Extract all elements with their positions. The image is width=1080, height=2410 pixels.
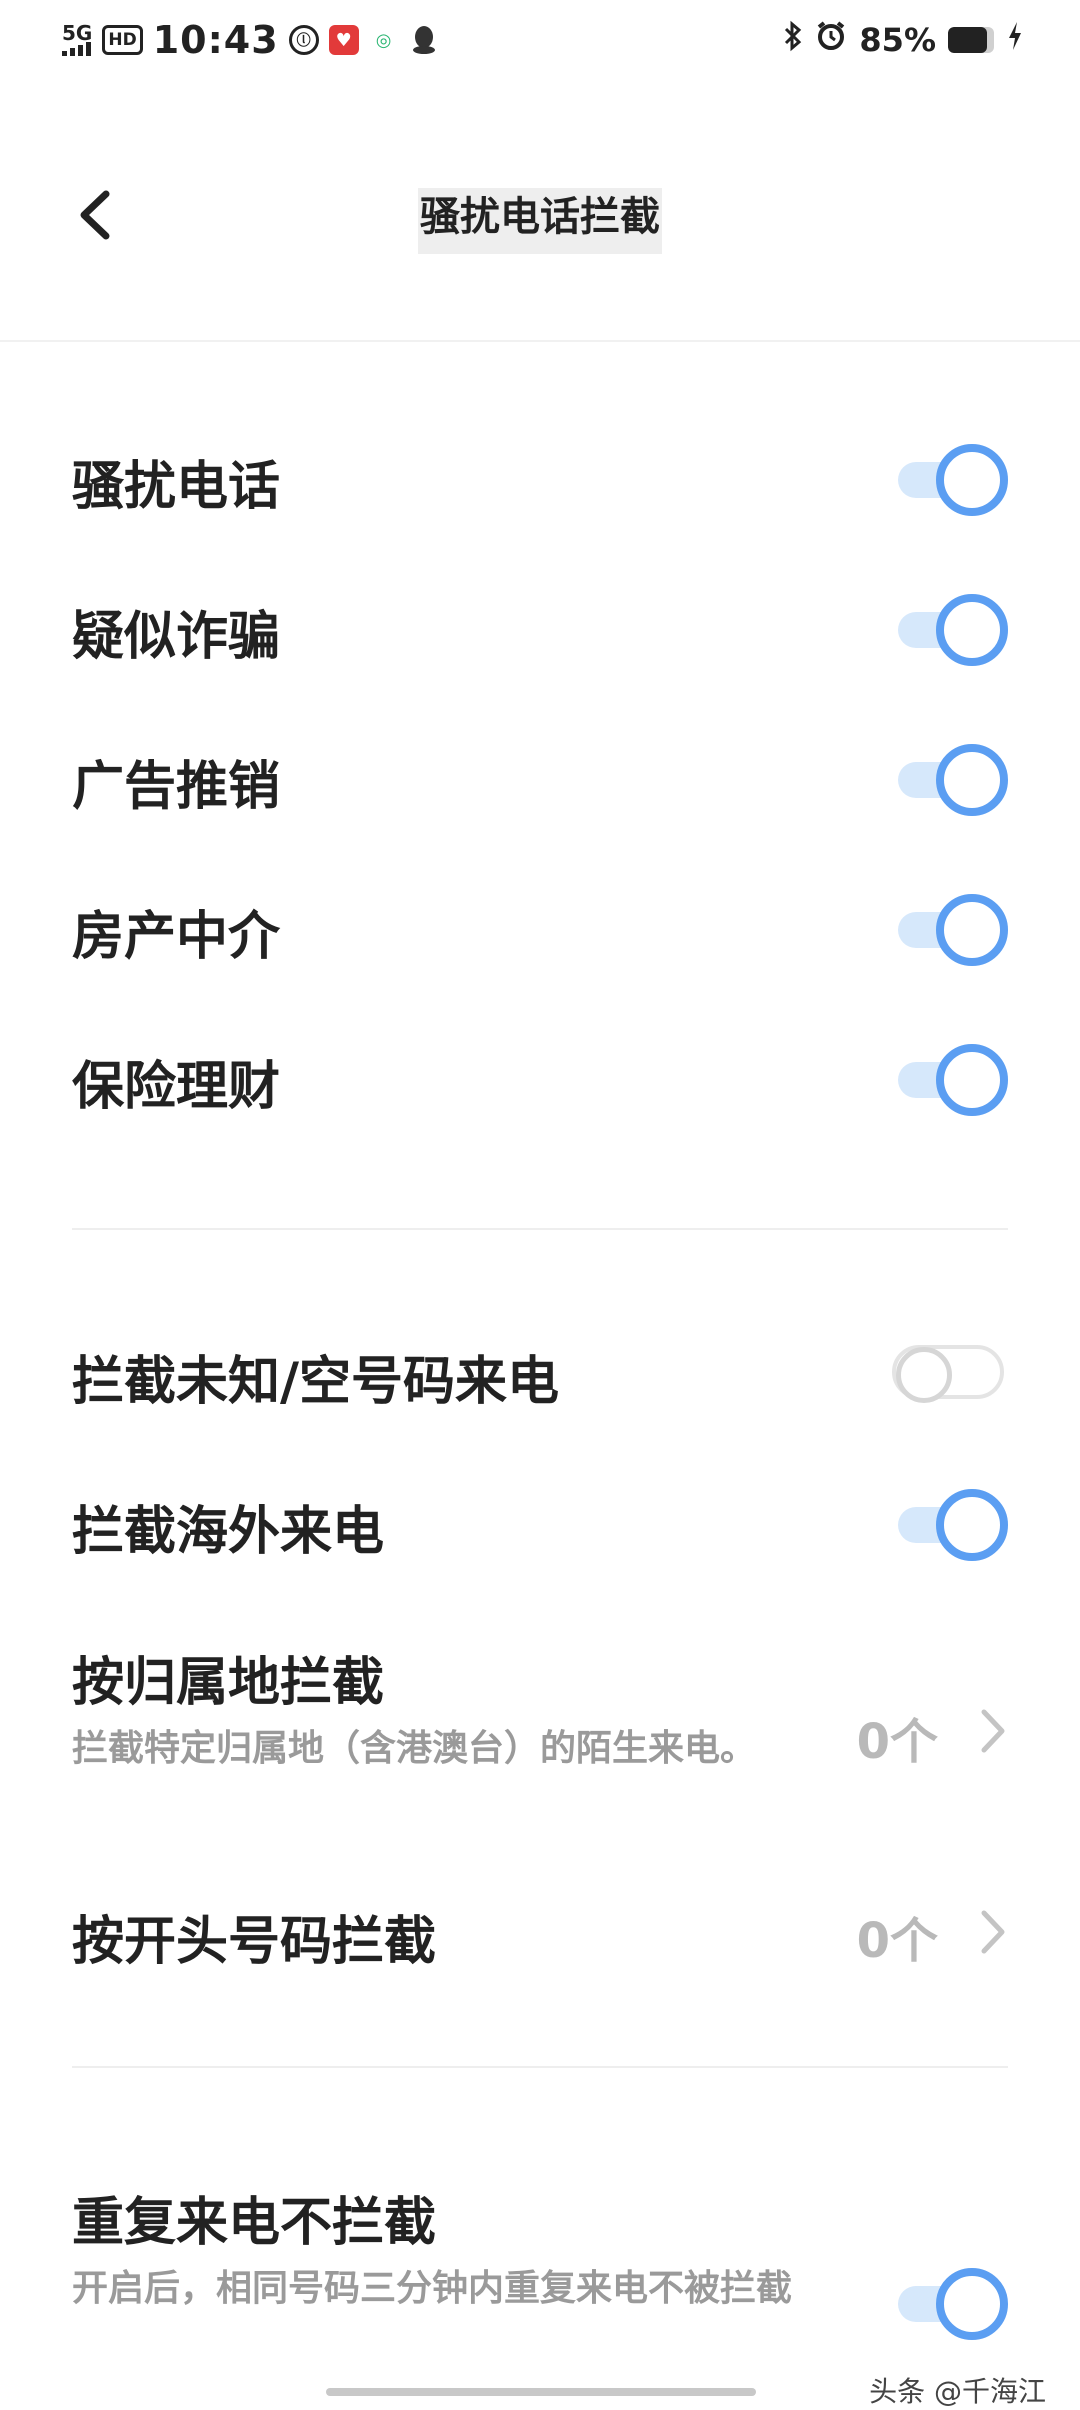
status-right: 85% [783, 20, 1024, 60]
page-title: 骚扰电话拦截 [0, 184, 1080, 254]
hd-icon: HD [102, 25, 143, 55]
chevron-right-icon [978, 1708, 1008, 1754]
battery-icon [948, 27, 994, 53]
block-overseas-toggle[interactable] [892, 1489, 1008, 1561]
category-toggle[interactable] [892, 594, 1008, 666]
block-overseas-row[interactable]: 拦截海外来电 [72, 1485, 1008, 1565]
charging-icon [1006, 20, 1024, 60]
repeat-call-description: 开启后，相同号码三分钟内重复来电不被拦截 [72, 2268, 793, 2309]
block-unknown-toggle[interactable] [892, 1339, 1008, 1411]
title-bar: 骚扰电话拦截 [0, 150, 1080, 280]
category-label: 骚扰电话 [72, 457, 281, 517]
qq-icon [409, 25, 439, 55]
app-notification-icon: ◎ [375, 29, 392, 51]
block-unknown-row[interactable]: 拦截未知/空号码来电 [72, 1335, 1008, 1415]
status-bar: 5G HD 10:43 ⓛ ♥ ◎ 85% [0, 0, 1080, 86]
alarm-icon [815, 20, 847, 60]
battery-percent: 85% [859, 21, 936, 59]
chevron-right-icon [978, 1909, 1008, 1955]
category-toggle[interactable] [892, 744, 1008, 816]
app-notification-icon: ♥ [328, 25, 359, 55]
block-unknown-label: 拦截未知/空号码来电 [72, 1352, 559, 1412]
header-divider [0, 340, 1080, 342]
block-by-region-description: 拦截特定归属地（含港澳台）的陌生来电。 [72, 1728, 757, 1769]
repeat-call-label: 重复来电不拦截 [72, 2193, 437, 2253]
block-overseas-label: 拦截海外来电 [72, 1502, 385, 1562]
category-label: 疑似诈骗 [72, 607, 281, 667]
category-row[interactable]: 保险理财 [72, 1040, 1008, 1120]
block-by-region-count: 0个 [856, 1714, 938, 1770]
status-left: 5G HD 10:43 ⓛ ♥ ◎ [62, 18, 439, 62]
category-label: 保险理财 [72, 1057, 281, 1117]
status-time: 10:43 [152, 18, 279, 62]
block-by-prefix-label: 按开头号码拦截 [72, 1912, 437, 1972]
category-label: 房产中介 [72, 907, 281, 967]
category-row[interactable]: 房产中介 [72, 890, 1008, 970]
category-toggle[interactable] [892, 894, 1008, 966]
section-divider [72, 1228, 1008, 1230]
category-toggle[interactable] [892, 1044, 1008, 1116]
repeat-call-toggle[interactable] [892, 2268, 1008, 2340]
category-row[interactable]: 骚扰电话 [72, 440, 1008, 520]
bluetooth-icon [783, 20, 803, 60]
category-row[interactable]: 广告推销 [72, 740, 1008, 820]
home-indicator[interactable] [326, 2388, 756, 2396]
section-divider [72, 2066, 1008, 2068]
signal-icon: 5G [62, 21, 93, 56]
category-row[interactable]: 疑似诈骗 [72, 590, 1008, 670]
category-label: 广告推销 [72, 757, 281, 817]
block-by-prefix-count: 0个 [856, 1913, 938, 1969]
watermark: 头条 @千海江 [869, 2375, 1046, 2408]
block-by-prefix-row[interactable]: 按开头号码拦截 0个 [72, 1895, 1008, 1975]
app-notification-icon: ⓛ [288, 25, 319, 55]
block-by-region-row[interactable]: 按归属地拦截 拦截特定归属地（含港澳台）的陌生来电。 0个 [72, 1640, 1008, 1830]
network-type: 5G [62, 21, 93, 45]
block-by-region-label: 按归属地拦截 [72, 1653, 385, 1713]
category-toggle[interactable] [892, 444, 1008, 516]
repeat-call-row[interactable]: 重复来电不拦截 开启后，相同号码三分钟内重复来电不被拦截 [72, 2180, 1008, 2370]
